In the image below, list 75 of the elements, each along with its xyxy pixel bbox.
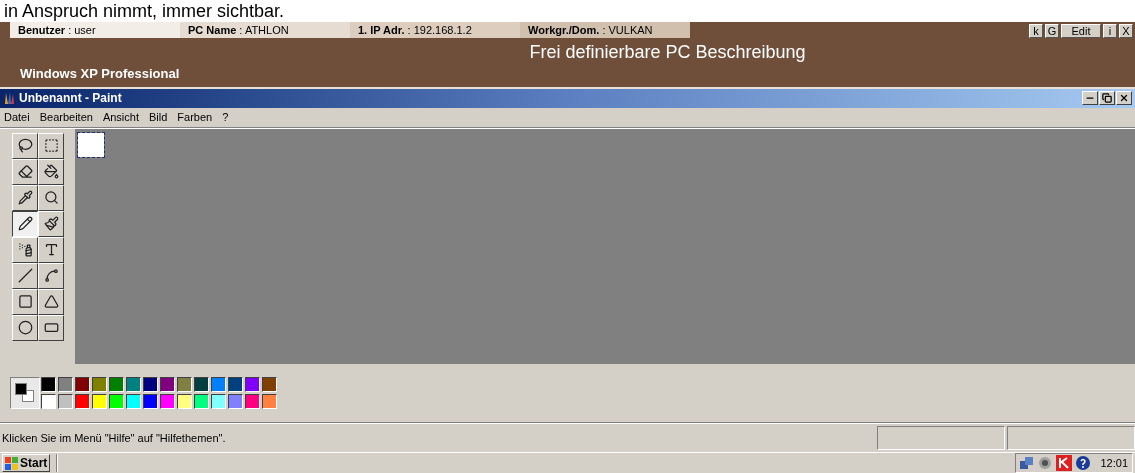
- color-swatch[interactable]: [177, 377, 192, 393]
- color-swatch[interactable]: [75, 377, 90, 393]
- color-swatch[interactable]: [245, 377, 260, 393]
- info-field: Benutzer : user: [10, 22, 180, 38]
- network-icon: [1020, 456, 1035, 470]
- window-title: Unbenannt - Paint: [19, 90, 122, 108]
- banner-title: Frei definierbare PC Beschreibung: [529, 41, 806, 64]
- info-bar-button[interactable]: k: [1029, 24, 1043, 38]
- spray-can-icon: [17, 242, 33, 258]
- menu-item[interactable]: Ansicht: [102, 109, 139, 126]
- color-swatch[interactable]: [211, 377, 226, 393]
- color-swatch[interactable]: [58, 377, 73, 393]
- curve-icon: [43, 268, 59, 284]
- tool-button[interactable]: [12, 210, 38, 237]
- start-button[interactable]: Start: [2, 454, 51, 472]
- close-button[interactable]: [1116, 91, 1132, 106]
- color-swatch[interactable]: [228, 394, 243, 410]
- eraser-icon: [17, 164, 33, 180]
- info-bar-button[interactable]: i: [1103, 24, 1117, 38]
- color-swatch[interactable]: [143, 377, 158, 393]
- drawing-canvas: [78, 132, 104, 157]
- info-field: 1. IP Adr. : 192.168.1.2: [350, 22, 520, 38]
- info-bar-button[interactable]: X: [1119, 24, 1133, 38]
- restore-icon: [1102, 93, 1112, 104]
- info-bar-button[interactable]: G: [1045, 24, 1059, 38]
- color-swatch[interactable]: [126, 377, 141, 393]
- paint-bucket-icon: [43, 164, 59, 180]
- polygon-icon: [43, 294, 59, 310]
- restore-button[interactable]: [1099, 91, 1115, 106]
- pencil-icon: [17, 216, 33, 232]
- color-swatch[interactable]: [194, 377, 209, 393]
- color-swatch[interactable]: [160, 394, 175, 410]
- line-icon: [17, 268, 33, 284]
- menu-item[interactable]: Bearbeiten: [39, 109, 93, 126]
- minimize-button[interactable]: [1082, 91, 1098, 106]
- color-swatch[interactable]: [92, 394, 107, 410]
- menu-item[interactable]: ?: [222, 109, 229, 126]
- menu-item[interactable]: Datei: [4, 109, 30, 126]
- color-swatch[interactable]: [245, 394, 260, 410]
- caption-text: in Anspruch nimmt, immer sichtbar.: [4, 0, 285, 22]
- info-field: PC Name : ATHLON: [180, 22, 350, 38]
- color-swatch[interactable]: [177, 394, 192, 410]
- menu-item[interactable]: Farben: [177, 109, 213, 126]
- color-swatch[interactable]: [109, 377, 124, 393]
- info-field: Workgr./Dom. : VULKAN: [520, 22, 690, 38]
- close-icon: [1119, 93, 1129, 104]
- color-swatch[interactable]: [228, 377, 243, 393]
- help-icon: [1076, 456, 1091, 470]
- pipette-icon: [17, 190, 33, 206]
- brush-icon: [43, 216, 59, 232]
- clock: 12:01: [1100, 455, 1128, 471]
- status-text: Klicken Sie im Menü "Hilfe" auf "Hilfethemen".: [1, 430, 227, 446]
- ellipse-icon: [17, 320, 33, 336]
- info-bar-button[interactable]: Edit: [1061, 24, 1101, 38]
- os-name: Windows XP Professional: [20, 65, 181, 83]
- dashed-rectangle-icon: [43, 138, 59, 154]
- magnifier-icon: [43, 190, 59, 206]
- color-swatch[interactable]: [194, 394, 209, 410]
- color-swatch[interactable]: [126, 394, 141, 410]
- color-swatch[interactable]: [75, 394, 90, 410]
- menu-item[interactable]: Bild: [149, 109, 168, 126]
- color-swatch[interactable]: [211, 394, 226, 410]
- color-swatch[interactable]: [143, 394, 158, 410]
- color-swatch[interactable]: [41, 377, 56, 393]
- color-swatch[interactable]: [58, 394, 73, 410]
- lasso-icon: [17, 138, 33, 154]
- color-swatch[interactable]: [262, 394, 277, 410]
- color-swatch[interactable]: [41, 394, 56, 410]
- windows-flag-icon: [5, 456, 18, 470]
- color-swatch[interactable]: [160, 377, 175, 393]
- color-swatch[interactable]: [109, 394, 124, 410]
- color-swatch[interactable]: [92, 377, 107, 393]
- color-swatch[interactable]: [262, 377, 277, 393]
- rectangle-icon: [17, 294, 33, 310]
- text-icon: [43, 242, 59, 258]
